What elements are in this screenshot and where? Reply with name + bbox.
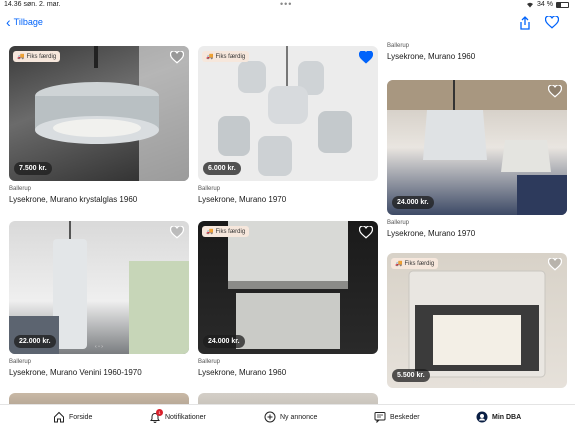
chandelier-photo	[35, 46, 189, 181]
listing-card[interactable]: 22.000 kr. ‹ ▫ › Ballerup Lysekrone, Mur…	[9, 221, 189, 377]
listing-grid: 🚚 Fiks færdig 7.500 kr. Ballerup Lysekron…	[0, 37, 575, 404]
nav-bar: ‹ Tilbage	[0, 11, 575, 37]
listing-photo[interactable]: 🚚 Fiks færdig 6.000 kr.	[198, 46, 378, 181]
plus-circle-icon	[264, 411, 276, 423]
tab-label: Beskeder	[390, 413, 420, 421]
listing-card[interactable]: 🚚 Fiks færdig 24.000 kr. Ballerup Lysekro…	[198, 221, 378, 377]
tab-label: Notifikationer	[165, 413, 206, 421]
multitask-dots-icon[interactable]: •••	[280, 0, 292, 9]
photo-pager: ‹ ▫ ›	[473, 378, 481, 384]
tab-label: Forside	[69, 413, 93, 421]
price-tag: 6.000 kr.	[203, 162, 241, 175]
tab-label: Min DBA	[492, 413, 522, 421]
status-time: 14.36 søn. 2. mar.	[4, 1, 61, 8]
truck-icon: 🚚	[395, 261, 403, 267]
listing-title: Lysekrone, Murano 1960	[198, 368, 287, 377]
listing-card[interactable]: 24.000 kr. Ballerup Lysekrone, Murano 19…	[387, 80, 567, 238]
favorite-toggle-icon[interactable]	[359, 226, 373, 239]
status-right: 34 %	[526, 1, 569, 8]
battery-percent: 34 %	[537, 1, 553, 8]
listing-photo[interactable]	[198, 393, 378, 404]
listing-card[interactable]	[9, 393, 189, 404]
favorite-toggle-icon-active[interactable]	[359, 51, 373, 64]
truck-icon: 🚚	[17, 54, 25, 60]
price-tag: 22.000 kr.	[14, 335, 56, 348]
listing-photo[interactable]: 🚚 Fiks færdig 24.000 kr.	[198, 221, 378, 354]
favorite-toggle-icon[interactable]	[170, 226, 184, 239]
truck-icon: 🚚	[206, 229, 214, 235]
listing-card[interactable]: Ballerup Lysekrone, Murano 1960	[387, 37, 567, 61]
listing-card[interactable]: 🚚 Fiks færdig 5.500 kr. ‹ ▫ ›	[387, 253, 567, 388]
status-badge: 🚚 Fiks færdig	[391, 258, 439, 269]
bell-icon-wrap: 1	[149, 409, 163, 423]
favorite-toggle-icon[interactable]	[548, 258, 562, 271]
listing-location: Ballerup	[9, 186, 32, 192]
listing-title: Lysekrone, Murano 1960	[387, 52, 476, 61]
tab-ny-annonce[interactable]: Ny annonce	[264, 411, 317, 423]
back-label: Tilbage	[13, 17, 43, 27]
favorite-toggle-icon[interactable]	[170, 51, 184, 64]
tab-min-dba[interactable]: Min DBA	[476, 411, 521, 423]
listing-photo[interactable]	[9, 393, 189, 404]
price-tag: 7.500 kr.	[14, 162, 52, 175]
truck-icon: 🚚	[206, 54, 214, 60]
listing-photo[interactable]: 🚚 Fiks færdig 7.500 kr.	[9, 46, 189, 181]
price-tag: 5.500 kr.	[392, 369, 430, 382]
price-tag: 24.000 kr.	[203, 335, 245, 348]
photo-pager: ‹ ▫ ›	[95, 344, 103, 350]
listing-card[interactable]: 🚚 Fiks færdig 6.000 kr. Ballerup Lysekron…	[198, 46, 378, 204]
status-badge: 🚚 Fiks færdig	[202, 226, 250, 237]
profile-icon	[476, 411, 488, 423]
listing-location: Ballerup	[387, 220, 410, 226]
chevron-left-icon: ‹	[6, 14, 11, 30]
favorite-toggle-icon[interactable]	[548, 85, 562, 98]
listing-card[interactable]	[198, 393, 378, 404]
listing-photo[interactable]: 🚚 Fiks færdig 5.500 kr. ‹ ▫ ›	[387, 253, 567, 388]
listing-title: Lysekrone, Murano Venini 1960-1970	[9, 368, 142, 377]
status-badge: 🚚 Fiks færdig	[13, 51, 61, 62]
chandelier-photo	[218, 46, 352, 176]
listing-location: Ballerup	[198, 359, 221, 365]
chandelier-photo	[408, 270, 546, 378]
listing-photo[interactable]: 22.000 kr. ‹ ▫ ›	[9, 221, 189, 354]
chandelier-photo	[387, 80, 567, 215]
status-bar: 14.36 søn. 2. mar. ••• 34 %	[0, 0, 575, 11]
listing-location: Ballerup	[387, 43, 410, 49]
tab-bar: Forside 1 Notifikationer Ny annonce Besk…	[0, 404, 575, 431]
tab-label: Ny annonce	[280, 413, 318, 421]
listing-location: Ballerup	[9, 359, 32, 365]
listing-location: Ballerup	[198, 186, 221, 192]
chat-icon	[374, 412, 386, 423]
listing-title: Lysekrone, Murano 1970	[198, 195, 287, 204]
back-button[interactable]: ‹ Tilbage	[6, 14, 43, 30]
share-icon[interactable]	[519, 16, 531, 30]
listing-title: Lysekrone, Murano 1970	[387, 229, 476, 238]
listing-card[interactable]: 🚚 Fiks færdig 7.500 kr. Ballerup Lysekron…	[9, 46, 189, 204]
tab-beskeder[interactable]: Beskeder	[374, 411, 420, 423]
wifi-icon	[527, 2, 534, 7]
tab-forside[interactable]: Forside	[53, 411, 92, 423]
favorite-icon[interactable]	[545, 16, 559, 29]
battery-icon	[556, 1, 569, 8]
notification-count-badge: 1	[156, 409, 163, 416]
home-icon	[54, 411, 64, 423]
tab-notifikationer[interactable]: 1 Notifikationer	[149, 409, 206, 423]
listing-photo[interactable]: 24.000 kr.	[387, 80, 567, 215]
listing-title: Lysekrone, Murano krystalglas 1960	[9, 195, 138, 204]
price-tag: 24.000 kr.	[392, 196, 434, 209]
status-badge: 🚚 Fiks færdig	[202, 51, 250, 62]
